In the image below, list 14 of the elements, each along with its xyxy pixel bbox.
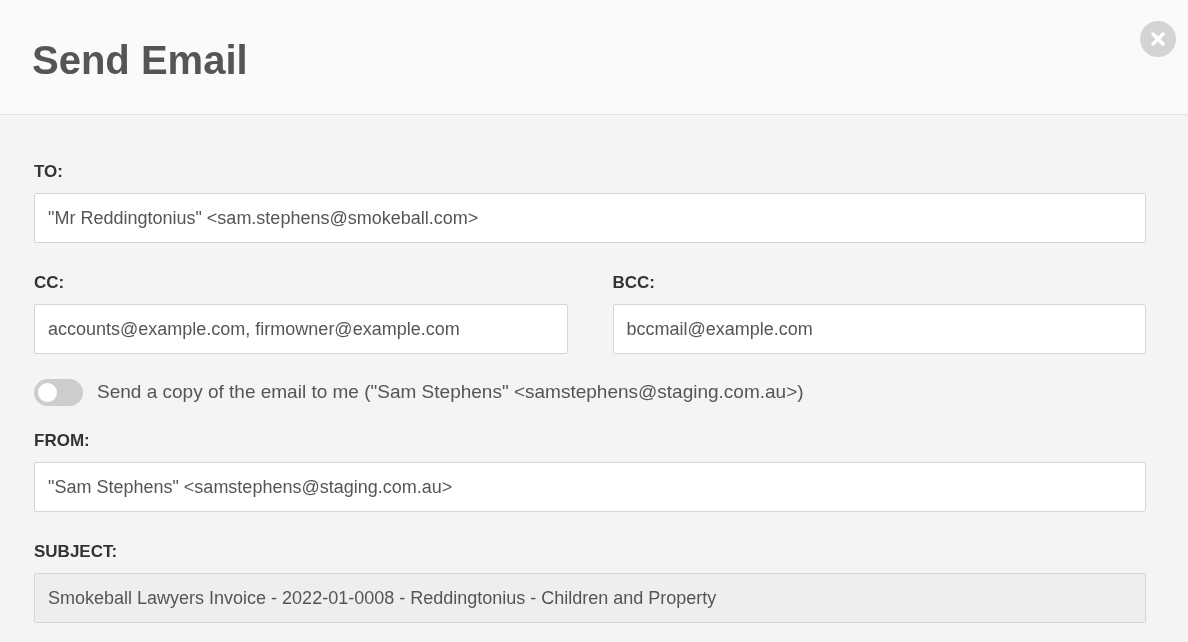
field-label: SUBJECT:	[34, 541, 119, 563]
toggle-label: Send a copy of the email to me ("Sam Stephens" <samstephens@staging.com.au>)	[97, 379, 804, 404]
field-label: BCC:	[612, 272, 656, 294]
field-label: FROM:	[34, 430, 91, 452]
input-field[interactable]: accounts@example.com, firmowner@example.com	[34, 304, 568, 354]
field-label: TO:	[34, 161, 64, 183]
input-field[interactable]: "Mr Reddingtonius" <sam.stephens@smokeball.com>	[34, 193, 1146, 243]
input-field[interactable]: "Sam Stephens" <samstephens@staging.com.au>	[34, 462, 1146, 512]
input-field[interactable]: bccmail@example.com	[612, 304, 1146, 354]
close-button[interactable]	[1140, 21, 1176, 57]
toggle-switch[interactable]	[34, 378, 83, 406]
close-icon	[1150, 31, 1166, 47]
field-label: CC:	[34, 272, 66, 294]
dialog-title: Send Email	[32, 37, 248, 84]
